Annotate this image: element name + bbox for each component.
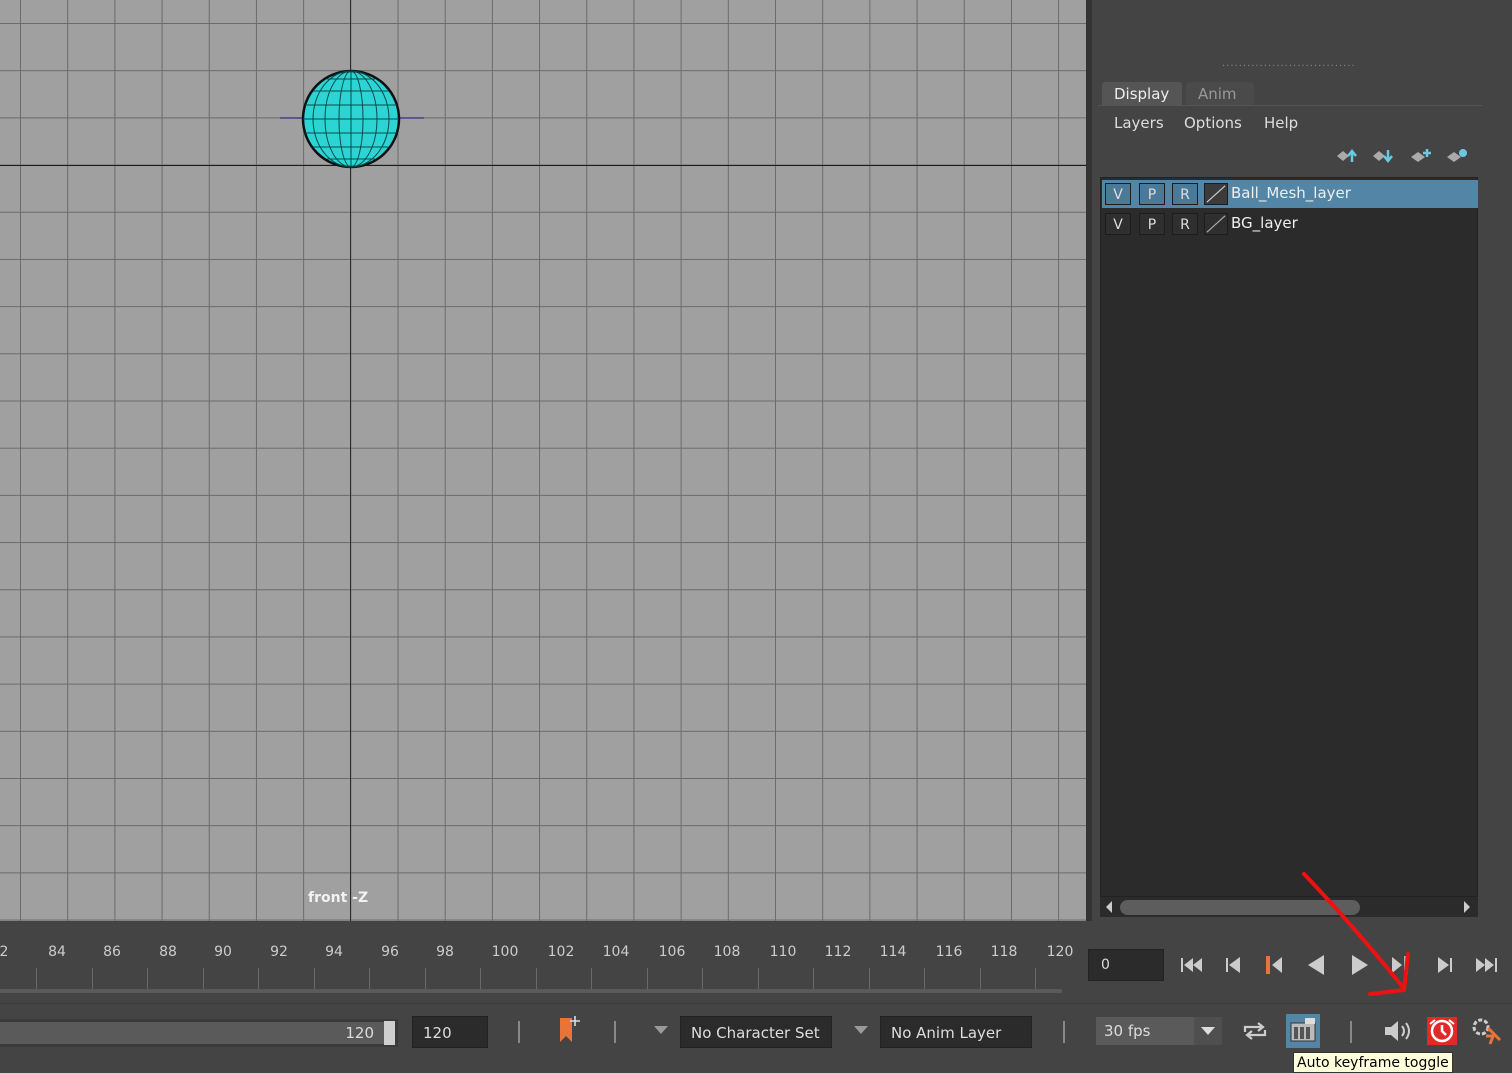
bookmark-icon[interactable] bbox=[556, 1014, 584, 1046]
tick-label: 2 bbox=[0, 944, 9, 960]
tick-label: 94 bbox=[325, 944, 343, 960]
camera-label: front -Z bbox=[308, 890, 369, 906]
timeline-tick bbox=[480, 968, 481, 990]
tick-label: 84 bbox=[48, 944, 66, 960]
go-to-end-icon[interactable] bbox=[1470, 951, 1500, 979]
step-forward-frame-icon[interactable] bbox=[1428, 951, 1458, 979]
separator bbox=[518, 1021, 520, 1043]
timeline-tick bbox=[425, 968, 426, 990]
tick-label: 116 bbox=[935, 944, 963, 960]
tooltip: Auto keyframe toggle bbox=[1293, 1052, 1453, 1073]
move-layer-up-icon[interactable] bbox=[1336, 148, 1358, 164]
anim-layer-field[interactable]: No Anim Layer bbox=[880, 1016, 1032, 1048]
timeline-tick bbox=[369, 968, 370, 990]
menu-layers[interactable]: Layers bbox=[1114, 114, 1164, 132]
menu-help[interactable]: Help bbox=[1264, 114, 1298, 132]
timeline-tick bbox=[647, 968, 648, 990]
separator bbox=[1350, 1021, 1352, 1043]
timeline-tick bbox=[258, 968, 259, 990]
loop-icon[interactable] bbox=[1240, 1018, 1270, 1044]
layer-color-swatch[interactable] bbox=[1204, 183, 1228, 205]
scroll-left-arrow-icon[interactable] bbox=[1104, 900, 1114, 914]
range-slider-end-value: 120 bbox=[345, 1024, 374, 1042]
timeline-tick bbox=[1035, 968, 1036, 990]
tick-label: 92 bbox=[270, 944, 288, 960]
tick-label: 98 bbox=[436, 944, 454, 960]
visibility-toggle[interactable]: V bbox=[1105, 213, 1131, 235]
sound-icon[interactable] bbox=[1382, 1018, 1414, 1044]
character-set-field[interactable]: No Character Set bbox=[680, 1016, 832, 1048]
timeline-tick bbox=[591, 968, 592, 990]
timeline-tick bbox=[147, 968, 148, 990]
timeline-track bbox=[0, 989, 1062, 993]
layer-color-swatch[interactable] bbox=[1204, 213, 1228, 235]
separator bbox=[614, 1021, 616, 1043]
anim-layer-dropdown-icon[interactable] bbox=[854, 1026, 868, 1034]
timeline-tick bbox=[314, 968, 315, 990]
timeline-tick bbox=[924, 968, 925, 990]
menu-options[interactable]: Options bbox=[1184, 114, 1242, 132]
tick-label: 90 bbox=[214, 944, 232, 960]
range-slider-handle[interactable] bbox=[384, 1021, 395, 1045]
layer-row-ball-mesh[interactable]: V P R Ball_Mesh_layer bbox=[1102, 180, 1478, 208]
tick-label: 86 bbox=[103, 944, 121, 960]
grid-axis-horizontal bbox=[0, 165, 1086, 166]
tick-label: 102 bbox=[547, 944, 575, 960]
tick-label: 118 bbox=[990, 944, 1018, 960]
layer-list[interactable] bbox=[1100, 177, 1478, 897]
step-back-frame-icon[interactable] bbox=[1220, 951, 1250, 979]
animation-preferences-icon[interactable] bbox=[1470, 1016, 1502, 1046]
viewport-front[interactable] bbox=[0, 0, 1086, 921]
tick-label: 110 bbox=[769, 944, 797, 960]
timeline-tick bbox=[702, 968, 703, 990]
cache-playback-icon[interactable] bbox=[1286, 1014, 1320, 1048]
chevron-down-icon[interactable] bbox=[1201, 1027, 1215, 1035]
timeline-tick bbox=[813, 968, 814, 990]
layer-name: Ball_Mesh_layer bbox=[1231, 184, 1351, 202]
new-empty-layer-icon[interactable] bbox=[1410, 148, 1432, 164]
tick-label: 100 bbox=[491, 944, 519, 960]
layer-row-bg[interactable]: V P R BG_layer bbox=[1102, 210, 1478, 238]
scroll-right-arrow-icon[interactable] bbox=[1462, 900, 1472, 914]
timeline-tick bbox=[36, 968, 37, 990]
tick-label: 120 bbox=[1046, 944, 1074, 960]
current-frame-field[interactable]: 0 bbox=[1088, 949, 1164, 981]
timeline-tick bbox=[758, 968, 759, 990]
animation-end-field[interactable]: 120 bbox=[412, 1016, 488, 1048]
tick-label: 104 bbox=[602, 944, 630, 960]
timeline-tick bbox=[203, 968, 204, 990]
tick-label: 112 bbox=[824, 944, 852, 960]
timeline-tick bbox=[869, 968, 870, 990]
playback-toggle[interactable]: P bbox=[1139, 183, 1165, 205]
auto-keyframe-toggle-icon[interactable] bbox=[1426, 1016, 1458, 1046]
go-to-start-icon[interactable] bbox=[1178, 951, 1208, 979]
new-layer-from-selected-icon[interactable] bbox=[1446, 148, 1468, 164]
layer-name: BG_layer bbox=[1231, 214, 1298, 232]
playback-toggle[interactable]: P bbox=[1139, 213, 1165, 235]
step-back-key-icon[interactable] bbox=[1260, 951, 1290, 979]
timeline-tick bbox=[92, 968, 93, 990]
separator bbox=[1063, 1021, 1065, 1043]
move-layer-down-icon[interactable] bbox=[1372, 148, 1394, 164]
reference-toggle[interactable]: R bbox=[1172, 183, 1198, 205]
tab-divider bbox=[1098, 105, 1482, 106]
panel-grip-handle[interactable]: ································· bbox=[1222, 64, 1354, 70]
tick-label: 114 bbox=[879, 944, 907, 960]
annotation-arrow-icon bbox=[1302, 872, 1410, 996]
tab-anim[interactable]: Anim bbox=[1186, 82, 1254, 106]
timeline-tick bbox=[536, 968, 537, 990]
ball-mesh[interactable] bbox=[278, 66, 426, 172]
tick-label: 96 bbox=[381, 944, 399, 960]
visibility-toggle[interactable]: V bbox=[1105, 183, 1131, 205]
character-set-dropdown-icon[interactable] bbox=[654, 1026, 668, 1034]
timeline-tick bbox=[980, 968, 981, 990]
tick-label: 108 bbox=[713, 944, 741, 960]
tick-label: 106 bbox=[658, 944, 686, 960]
tab-display[interactable]: Display bbox=[1102, 82, 1182, 106]
reference-toggle[interactable]: R bbox=[1172, 213, 1198, 235]
tick-label: 88 bbox=[159, 944, 177, 960]
